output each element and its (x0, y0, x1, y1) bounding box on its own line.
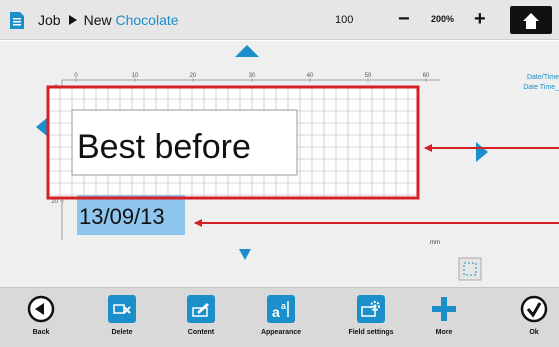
ok-label: Ok (529, 329, 539, 336)
move-right-arrow-icon[interactable] (476, 142, 488, 162)
more-label: More (435, 329, 453, 336)
content-edit-icon (192, 303, 209, 317)
ruler-top-tick-label: 50 (365, 73, 372, 79)
svg-text:a: a (272, 304, 280, 320)
more-button[interactable]: More (409, 293, 479, 336)
ruler-top-tick-label: 0 (74, 73, 78, 79)
move-left-arrow-icon[interactable] (36, 117, 48, 137)
delete-label: Delete (111, 329, 133, 336)
appearance-label: Appearance (260, 329, 302, 336)
unit-label: mm (430, 240, 440, 246)
appearance-button[interactable]: aa Appearance (246, 293, 316, 336)
svg-text:a: a (281, 301, 287, 311)
plus-icon (432, 297, 456, 321)
back-label: Back (32, 329, 50, 336)
ruler-top-tick-label: 30 (249, 73, 256, 79)
ruler-top-tick-label: 40 (307, 73, 314, 79)
ok-button[interactable]: Ok (499, 293, 559, 336)
date-field-text[interactable]: 13/09/13 (79, 204, 165, 229)
move-up-arrow-icon[interactable] (235, 45, 259, 57)
back-button[interactable]: Back (6, 293, 76, 336)
back-icon (27, 295, 55, 323)
bottom-toolbar: Back Delete Content aa Appearance Field … (0, 287, 559, 347)
delete-icon (113, 304, 131, 314)
content-button[interactable]: Content (166, 293, 236, 336)
appearance-font-icon: aa (272, 301, 289, 320)
ruler-top-tick-label: 60 (423, 73, 430, 79)
ruler-top-tick-label: 20 (190, 73, 197, 79)
delete-button[interactable]: Delete (87, 293, 157, 336)
ruler-left-tick-label: 20 (51, 199, 58, 205)
text-field-best-before[interactable]: Best before (77, 128, 251, 166)
ruler-top-tick-label: 10 (132, 73, 139, 79)
field-settings-label: Field settings (348, 329, 394, 336)
move-down-arrow-icon[interactable] (239, 249, 251, 260)
checkmark-icon (520, 295, 548, 323)
content-label: Content (187, 329, 215, 336)
field-settings-button[interactable]: Field settings (336, 293, 406, 336)
fit-view-icon[interactable] (458, 257, 482, 281)
field-settings-gear-icon (361, 301, 380, 317)
